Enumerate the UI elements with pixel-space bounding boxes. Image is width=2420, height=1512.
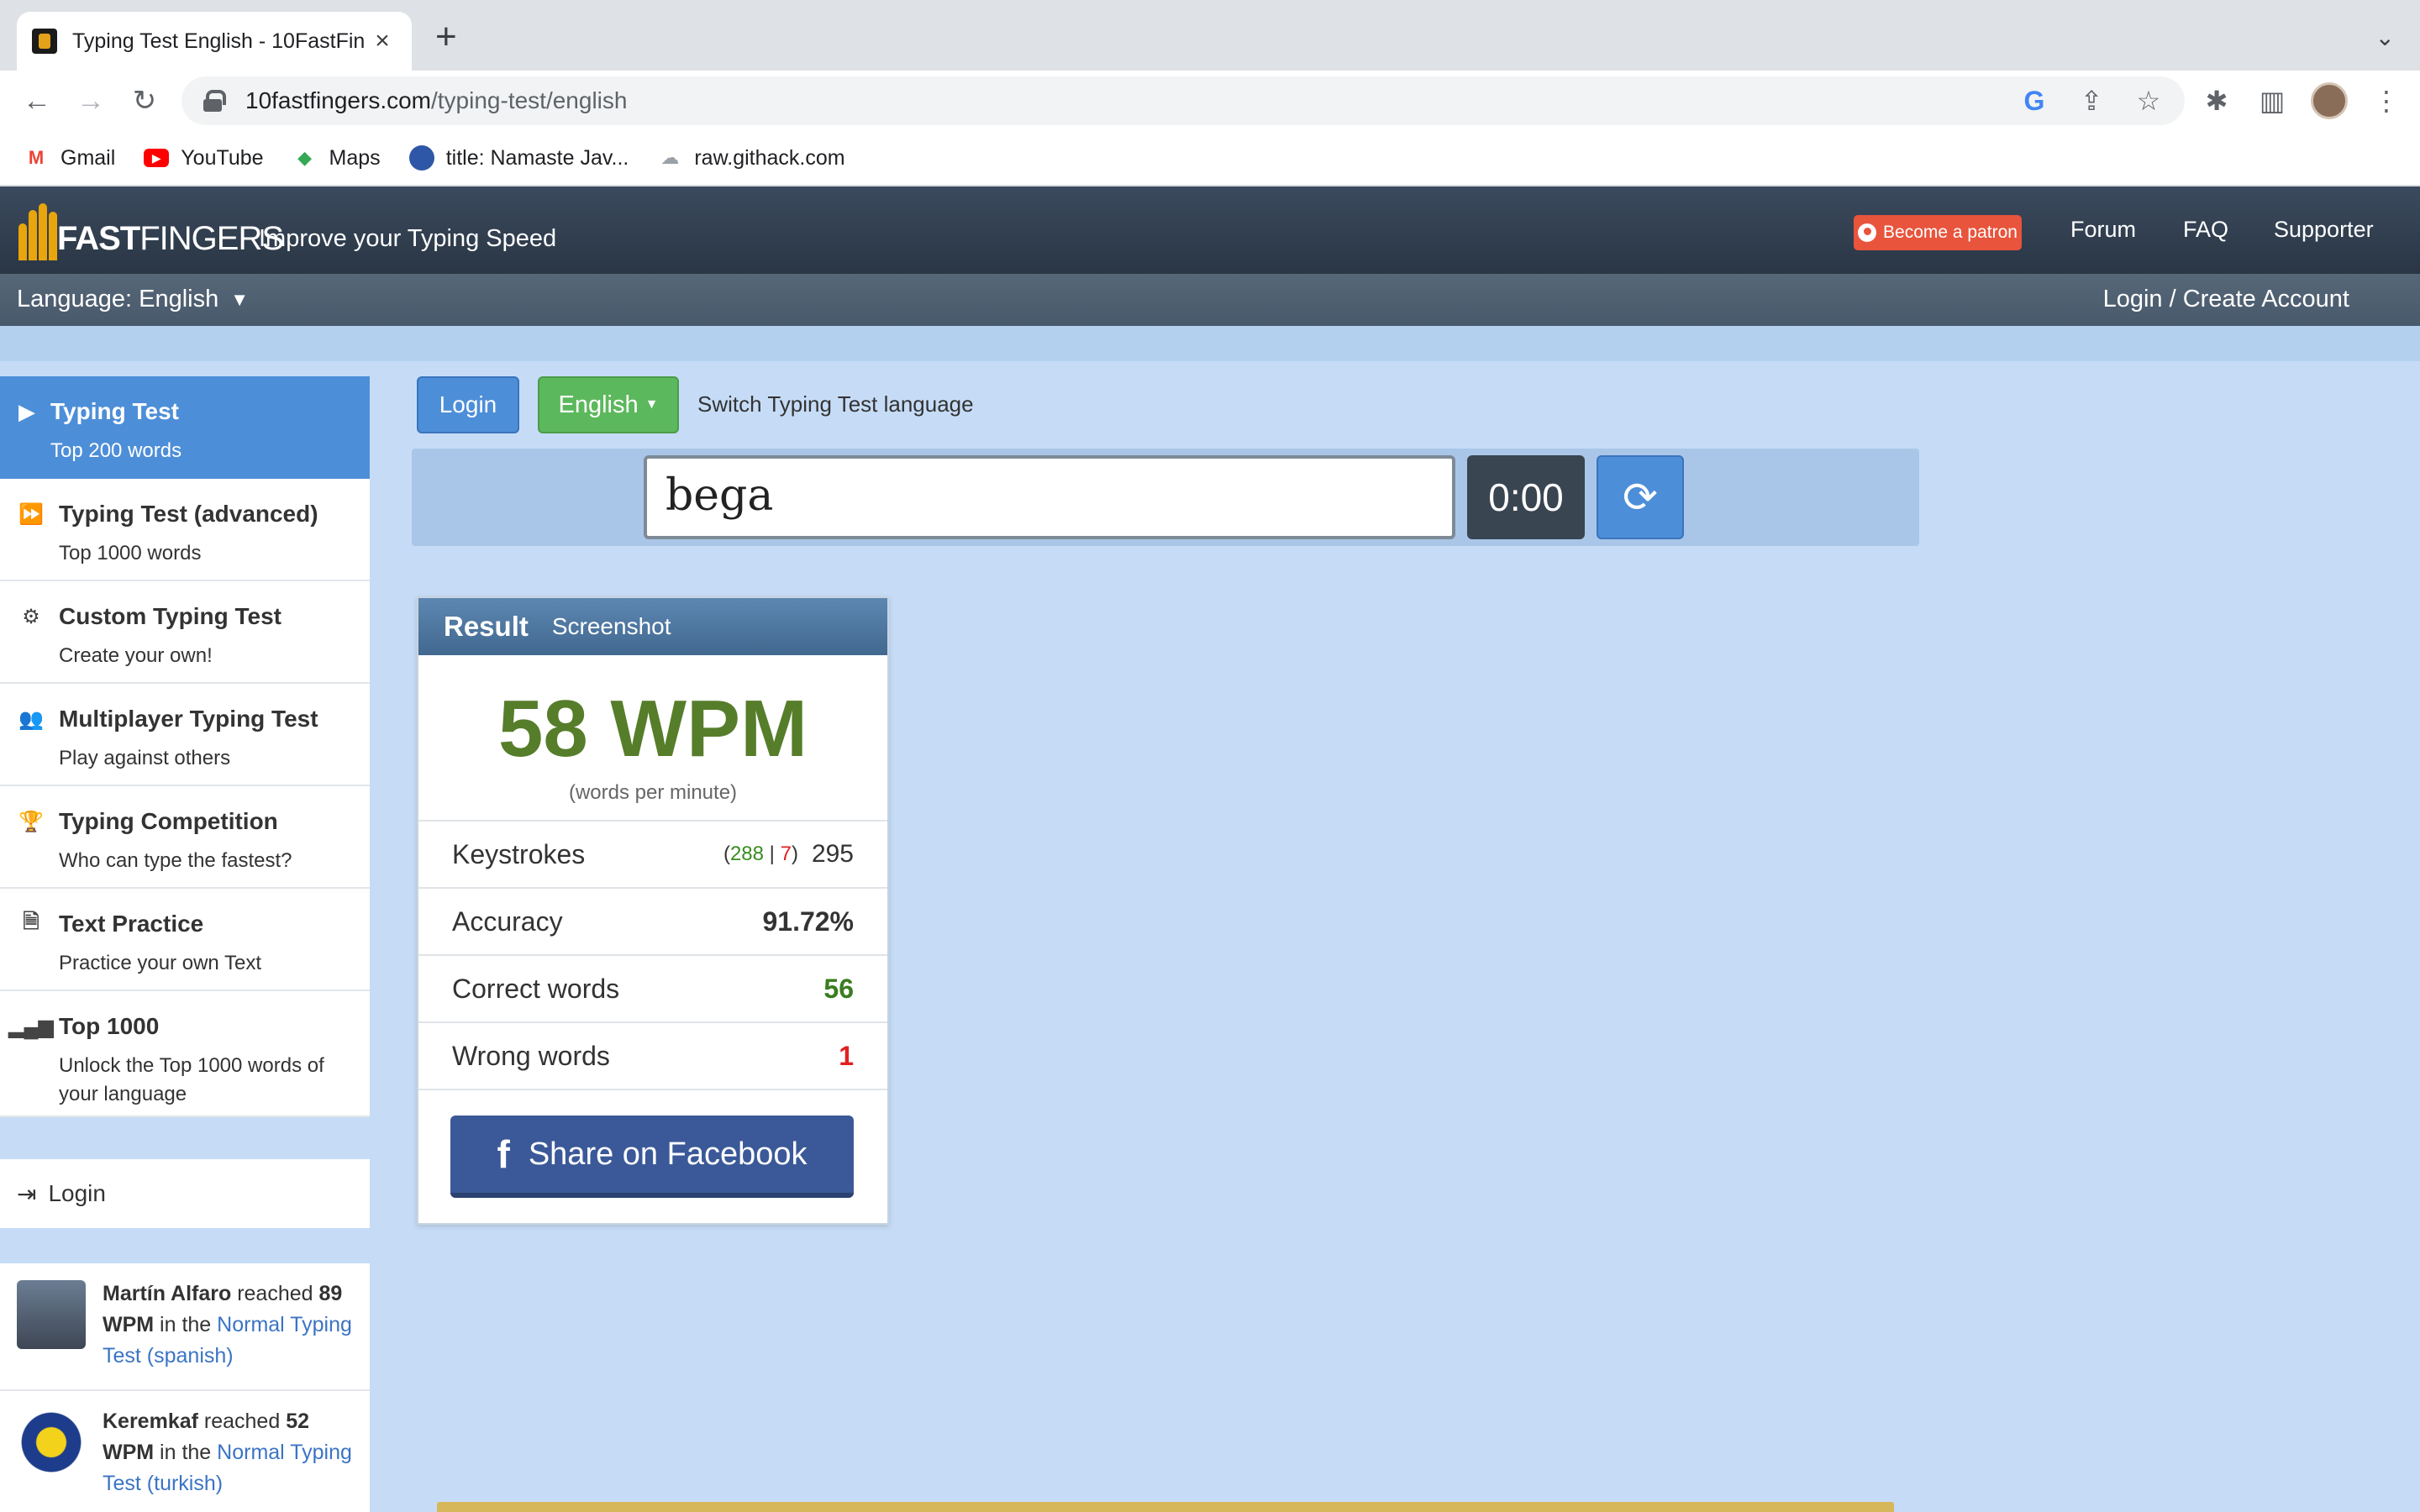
login-button[interactable]: Login xyxy=(417,376,519,433)
reload-icon[interactable]: ↻ xyxy=(124,81,165,121)
correct-words-value: 56 xyxy=(823,973,854,1004)
gears-icon: ⚙ xyxy=(22,605,40,628)
bottom-banner-edge xyxy=(437,1502,1894,1512)
bookmark-namaste[interactable]: title: Namaste Jav... xyxy=(408,145,629,171)
trophy-icon: 🏆 xyxy=(18,810,44,833)
keystrokes-total: 295 xyxy=(811,840,854,868)
result-header: Result Screenshot xyxy=(418,598,887,655)
bookmark-maps[interactable]: ◆ Maps xyxy=(292,146,381,171)
side-panel-icon[interactable]: ▥ xyxy=(2255,81,2289,121)
logo-text: FASTFINGERS xyxy=(57,220,284,257)
tab-search-chevron-icon[interactable]: ⌄ xyxy=(2375,24,2395,51)
share-facebook-button[interactable]: f Share on Facebook xyxy=(450,1116,854,1198)
language-button[interactable]: English ▼ xyxy=(538,376,679,433)
result-panel: Result Screenshot 58 WPM (words per minu… xyxy=(417,596,889,1225)
cloud-icon: ☁ xyxy=(660,147,680,168)
share-icon[interactable]: ⇪ xyxy=(2075,85,2107,117)
feed-item: Keremkaf reached 52 WPM in the Normal Ty… xyxy=(0,1391,370,1512)
bookmark-star-icon[interactable]: ☆ xyxy=(2133,85,2165,117)
google-icon[interactable]: G xyxy=(2018,85,2050,117)
caret-down-icon: ▼ xyxy=(644,397,659,412)
forward-arrow-icon[interactable]: → xyxy=(71,81,111,121)
sidebar-item-multiplayer[interactable]: 👥 Multiplayer Typing Test Play against ot… xyxy=(0,684,370,786)
sidebar-menu: ▶ Typing Test Top 200 words ⏩ Typing Test … xyxy=(0,376,370,1117)
new-tab-icon[interactable]: + xyxy=(435,18,457,55)
tab-title: Typing Test English - 10FastFin xyxy=(72,29,366,53)
sidebar-item-competition[interactable]: 🏆 Typing Competition Who can type the fas… xyxy=(0,786,370,889)
sidebar-item-text-practice[interactable]: 🗎 Text Practice Practice your own Text xyxy=(0,889,370,991)
keystrokes-detail: (288 | 7) xyxy=(723,843,798,865)
feed-item: Martín Alfaro reached 89 WPM in the Norm… xyxy=(0,1263,370,1391)
sidebar-item-top-1000[interactable]: ▂▄▆ Top 1000 Unlock the Top 1000 words of… xyxy=(0,991,370,1117)
patreon-icon xyxy=(1858,223,1877,242)
bookmark-githack[interactable]: ☁ raw.githack.com xyxy=(657,146,844,171)
wpm-caption: (words per minute) xyxy=(568,781,738,804)
tab-close-icon[interactable]: × xyxy=(368,27,397,55)
switch-language-text: Switch Typing Test language xyxy=(697,391,974,417)
10fastfingers-logo[interactable]: FASTFINGERS xyxy=(17,198,284,265)
gmail-icon: M xyxy=(28,147,45,168)
avatar-icon xyxy=(408,145,434,171)
typing-input[interactable]: bega xyxy=(644,455,1455,539)
browser-tabstrip: Typing Test English - 10FastFin × + ⌄ xyxy=(0,0,2420,71)
avatar[interactable] xyxy=(17,1280,86,1349)
typing-row: bega 0:00 ⟳ xyxy=(412,449,1919,546)
accuracy-row: Accuracy 91.72% xyxy=(418,889,887,956)
become-patron-button[interactable]: Become a patron xyxy=(1854,215,2022,250)
youtube-icon: ▶ xyxy=(144,149,170,167)
correct-words-row: Correct words 56 xyxy=(418,956,887,1023)
wrong-words-value: 1 xyxy=(839,1040,854,1071)
back-arrow-icon[interactable]: ← xyxy=(17,81,57,121)
result-title: Result xyxy=(444,611,529,642)
kebab-menu-icon[interactable]: ⋮ xyxy=(2370,81,2403,121)
wpm-value: 58 WPM xyxy=(497,684,808,774)
restart-button[interactable]: ⟳ xyxy=(1597,455,1684,539)
sidebar-item-typing-test-advanced[interactable]: ⏩ Typing Test (advanced) Top 1000 words xyxy=(0,479,370,581)
nav-forum[interactable]: Forum xyxy=(2070,217,2136,243)
play-icon: ▶ xyxy=(18,398,35,424)
browser-toolbar: ← → ↻ 10fastfingers.com/typing-test/engl… xyxy=(0,71,2420,131)
address-bar[interactable]: 10fastfingers.com/typing-test/english G … xyxy=(182,76,2185,125)
language-dropdown[interactable]: Language: English ▼ xyxy=(17,286,249,313)
keystrokes-row: Keystrokes (288 | 7) 295 xyxy=(418,822,887,889)
users-icon: 👥 xyxy=(18,707,44,731)
avatar[interactable] xyxy=(17,1408,86,1477)
fast-forward-icon: ⏩ xyxy=(18,502,44,526)
wpm-box: 58 WPM (words per minute) xyxy=(418,655,887,822)
nav-supporter[interactable]: Supporter xyxy=(2274,217,2374,243)
sidebar-item-typing-test[interactable]: ▶ Typing Test Top 200 words xyxy=(0,376,370,479)
timer: 0:00 xyxy=(1467,455,1585,539)
site-favicon-icon xyxy=(32,29,57,54)
sign-in-icon: ⇥ xyxy=(17,1180,37,1207)
bookmarks-bar: M Gmail ▶ YouTube ◆ Maps title: Namaste Jav… xyxy=(0,131,2420,186)
facebook-icon: f xyxy=(497,1132,510,1176)
activity-feed: Martín Alfaro reached 89 WPM in the Norm… xyxy=(0,1263,370,1512)
signal-icon: ▂▄▆ xyxy=(8,1015,54,1038)
document-icon: 🗎 xyxy=(23,910,39,933)
sidebar-login[interactable]: ⇥ Login xyxy=(0,1159,370,1228)
wrong-words-row: Wrong words 1 xyxy=(418,1023,887,1090)
maps-icon: ◆ xyxy=(297,147,312,168)
header-stripe xyxy=(0,326,2420,361)
refresh-icon: ⟳ xyxy=(1623,474,1658,521)
extensions-puzzle-icon[interactable]: ✱ xyxy=(2200,81,2233,121)
bookmark-youtube[interactable]: ▶ YouTube xyxy=(144,146,264,171)
screenshot-link[interactable]: Screenshot xyxy=(552,613,671,640)
site-header: FASTFINGERS Improve your Typing Speed Be… xyxy=(0,186,2420,274)
url-text: 10fastfingers.com/typing-test/english xyxy=(245,87,628,113)
browser-tab[interactable]: Typing Test English - 10FastFin × xyxy=(17,12,412,71)
login-create-account-link[interactable]: Login / Create Account xyxy=(2103,286,2349,313)
nav-faq[interactable]: FAQ xyxy=(2183,217,2228,243)
profile-avatar[interactable] xyxy=(2311,82,2348,119)
sidebar-item-custom-typing-test[interactable]: ⚙ Custom Typing Test Create your own! xyxy=(0,581,370,684)
chevron-down-icon: ▼ xyxy=(230,288,250,310)
lock-icon xyxy=(202,90,226,112)
accuracy-value: 91.72% xyxy=(762,906,854,937)
bookmark-gmail[interactable]: M Gmail xyxy=(24,146,115,171)
language-bar: Language: English ▼ Login / Create Accou… xyxy=(0,274,2420,326)
site-tagline: Improve your Typing Speed xyxy=(259,225,557,252)
